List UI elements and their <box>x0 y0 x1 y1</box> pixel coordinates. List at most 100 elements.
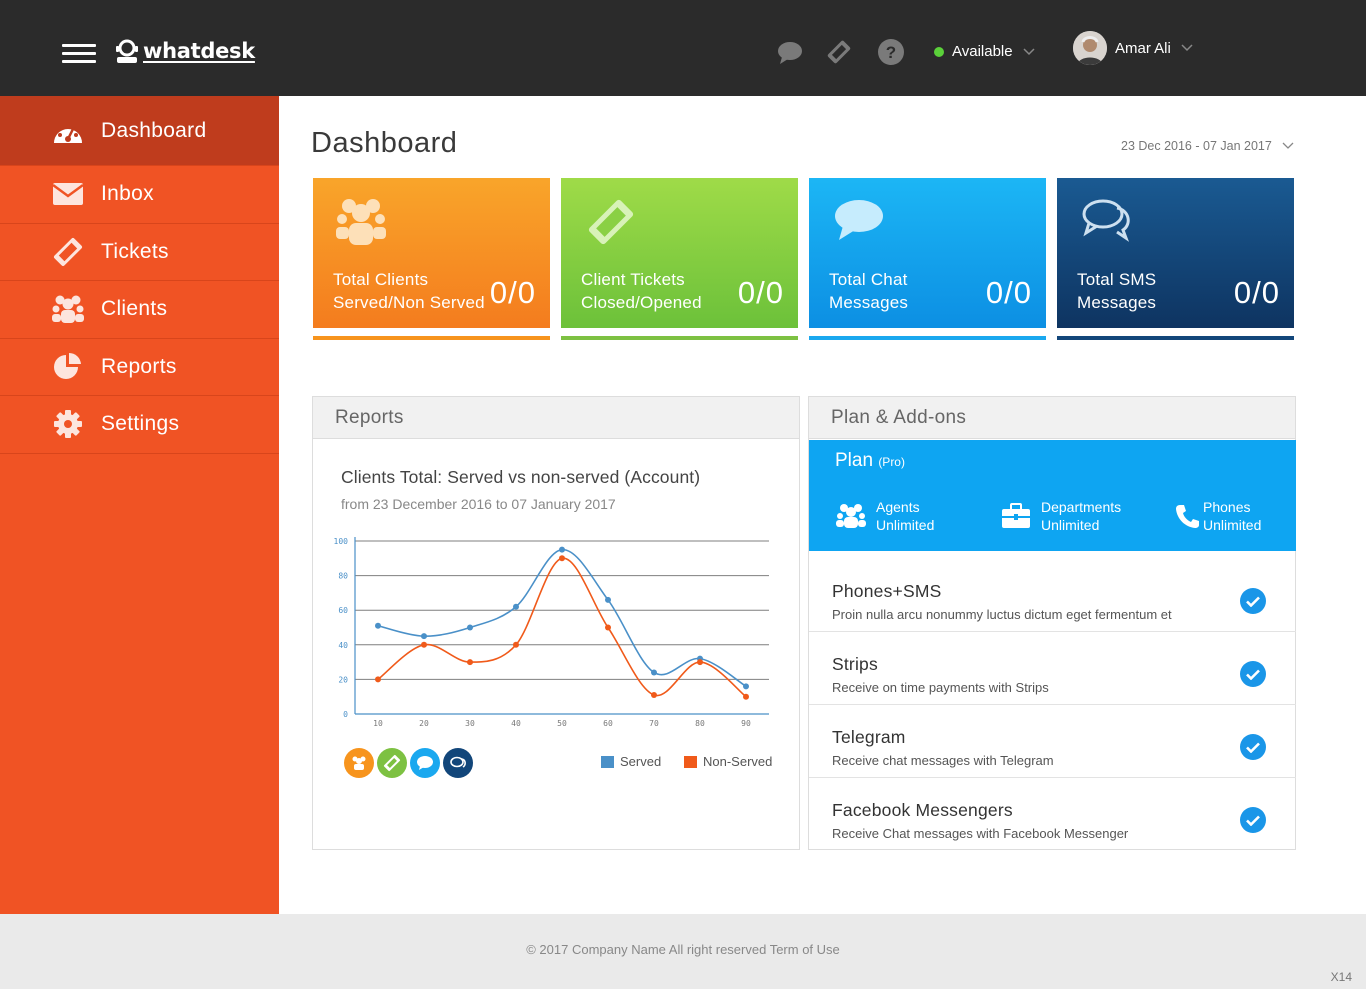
user-menu[interactable]: Amar Ali <box>1073 31 1193 65</box>
addon-item: Telegram Receive chat messages with Tele… <box>809 705 1296 778</box>
sidebar-item-label: Reports <box>101 354 177 378</box>
y-tick-label: 0 <box>343 710 348 719</box>
y-tick-label: 80 <box>338 572 348 581</box>
sidebar-item-settings[interactable]: Settings <box>0 396 279 454</box>
plan-feature-agents: Agents Unlimited <box>836 498 934 534</box>
plan-feature-departments: Departments Unlimited <box>1001 498 1121 534</box>
legend-swatch <box>601 755 614 768</box>
addon-title: Telegram <box>832 727 906 747</box>
pie-chart-icon <box>54 352 81 379</box>
reports-panel: Reports Clients Total: Served vs non-ser… <box>312 396 800 850</box>
logo[interactable]: whatdesk <box>114 36 255 66</box>
feature-name: Phones <box>1203 499 1251 515</box>
addon-desc: Proin nulla arcu nonummy luctus dictum e… <box>832 607 1172 622</box>
chat-bubble-icon <box>835 200 883 240</box>
x-tick-label: 80 <box>695 719 705 728</box>
data-point-served <box>743 683 749 690</box>
hamburger-menu-icon[interactable] <box>62 44 96 64</box>
legend-label: Non-Served <box>703 754 773 769</box>
sidebar-item-inbox[interactable]: Inbox <box>0 166 279 224</box>
feature-value: Unlimited <box>1041 517 1100 533</box>
card-value: 0/0 <box>489 275 536 310</box>
sidebar-item-label: Clients <box>101 297 168 321</box>
sidebar-item-label: Inbox <box>101 182 154 206</box>
stat-card-tickets[interactable]: Client Tickets Closed/Opened 0/0 <box>561 178 798 328</box>
sidebar-item-reports[interactable]: Reports <box>0 339 279 396</box>
stat-card-clients[interactable]: Total Clients Served/Non Served 0/0 <box>313 178 550 328</box>
data-point-served <box>513 603 519 610</box>
feature-value: Unlimited <box>1203 517 1262 533</box>
plan-feature-phones: Phones Unlimited <box>1175 498 1261 534</box>
card-label-line1: Total Clients <box>333 270 429 289</box>
card-underline <box>1057 336 1294 340</box>
users-icon <box>52 295 84 324</box>
check-icon[interactable] <box>1240 661 1266 687</box>
agent-headset-icon <box>116 39 138 63</box>
check-icon[interactable] <box>1240 734 1266 760</box>
envelope-icon <box>52 183 84 206</box>
y-tick-label: 20 <box>338 675 348 684</box>
stat-card-chat[interactable]: Total Chat Messages 0/0 <box>809 178 1046 328</box>
x-tick-label: 20 <box>419 719 429 728</box>
sidebar-item-dashboard[interactable]: Dashboard <box>0 96 279 166</box>
footer-text: © 2017 Company Name All right reserved T… <box>526 942 840 957</box>
legend-label: Served <box>620 754 662 769</box>
addon-desc: Receive on time payments with Strips <box>832 680 1049 695</box>
help-icon[interactable]: ? <box>877 38 905 66</box>
x-tick-label: 40 <box>511 719 521 728</box>
gear-icon <box>54 410 82 439</box>
data-point-non-served <box>743 693 749 700</box>
data-point-served <box>421 633 427 640</box>
sidebar: Dashboard Inbox Tickets Clients Reports … <box>0 96 279 914</box>
card-value: 0/0 <box>1233 275 1280 310</box>
reports-panel-title: Reports <box>313 397 799 439</box>
sidebar-item-clients[interactable]: Clients <box>0 281 279 339</box>
plan-tier: (Pro) <box>878 455 905 469</box>
data-point-served <box>467 624 473 631</box>
data-point-non-served <box>605 624 611 631</box>
filter-clients-icon[interactable] <box>344 748 374 778</box>
addon-item: Facebook Messengers Receive Chat message… <box>809 778 1296 851</box>
chevron-down-icon <box>1282 142 1294 149</box>
x-tick-label: 30 <box>465 719 475 728</box>
data-point-served <box>605 596 611 603</box>
phone-icon <box>1176 505 1199 528</box>
sidebar-item-tickets[interactable]: Tickets <box>0 224 279 281</box>
y-tick-label: 40 <box>338 641 348 650</box>
addon-title: Strips <box>832 654 878 674</box>
card-label-line2: Messages <box>829 293 909 312</box>
filter-chat-icon[interactable] <box>410 748 440 778</box>
sidebar-item-label: Tickets <box>101 239 169 263</box>
plan-panel: Plan & Add-ons Plan (Pro) Agents Unlimite… <box>808 396 1296 850</box>
status-label: Available <box>952 43 1013 60</box>
addon-item: Phones+SMS Proin nulla arcu nonummy luct… <box>809 559 1296 632</box>
feature-value: Unlimited <box>876 517 935 533</box>
addon-title: Phones+SMS <box>832 581 942 601</box>
briefcase-icon <box>1002 503 1030 528</box>
date-range-label: 23 Dec 2016 - 07 Jan 2017 <box>1121 139 1272 153</box>
card-underline <box>313 336 550 340</box>
page-title: Dashboard <box>311 127 458 159</box>
availability-dropdown[interactable]: Available <box>934 43 1035 60</box>
legend-non-served: Non-Served <box>684 754 772 769</box>
card-value: 0/0 <box>737 275 784 310</box>
chat-icon[interactable] <box>776 38 804 66</box>
check-icon[interactable] <box>1240 588 1266 614</box>
filter-sms-icon[interactable] <box>443 748 473 778</box>
date-range-picker[interactable]: 23 Dec 2016 - 07 Jan 2017 <box>1121 139 1294 153</box>
x-tick-label: 90 <box>741 719 751 728</box>
chart-title: Clients Total: Served vs non-served (Acc… <box>341 467 701 487</box>
sidebar-item-label: Settings <box>101 412 180 436</box>
footer: © 2017 Company Name All right reserved T… <box>0 914 1366 989</box>
card-label-line1: Total Chat <box>829 270 908 289</box>
ticket-icon[interactable] <box>825 38 853 66</box>
filter-tickets-icon[interactable] <box>377 748 407 778</box>
check-icon[interactable] <box>1240 807 1266 833</box>
stat-card-sms[interactable]: Total SMS Messages 0/0 <box>1057 178 1294 328</box>
data-point-served <box>651 669 657 676</box>
data-point-served <box>559 546 565 553</box>
plan-panel-title: Plan & Add-ons <box>809 397 1295 439</box>
feature-name: Departments <box>1041 499 1122 515</box>
series-line-non-served <box>377 557 747 698</box>
user-name: Amar Ali <box>1115 39 1171 57</box>
